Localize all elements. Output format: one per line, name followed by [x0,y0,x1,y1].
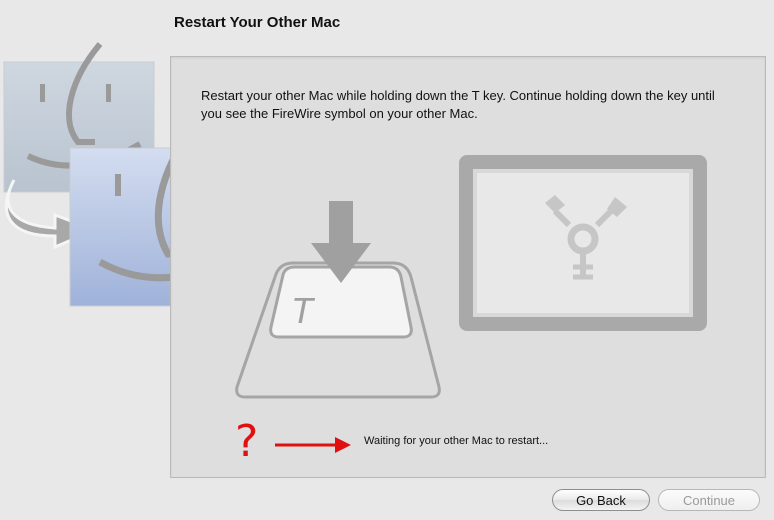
instructions-text: Restart your other Mac while holding dow… [201,88,715,121]
page-title: Restart Your Other Mac [174,14,341,31]
status-row: ? Waiting for your other Mac to restart.… [235,417,715,467]
status-text: Waiting for your other Mac to restart... [364,435,549,447]
instruction-panel: Restart your other Mac while holding dow… [170,56,766,478]
t-key-label: T [291,290,316,331]
continue-button[interactable]: Continue [658,489,760,511]
question-mark: ? [235,416,259,467]
go-back-button[interactable]: Go Back [552,489,650,511]
red-arrow-icon [275,437,351,453]
t-key-icon: T [235,201,441,399]
firewire-display-illustration [459,155,707,331]
